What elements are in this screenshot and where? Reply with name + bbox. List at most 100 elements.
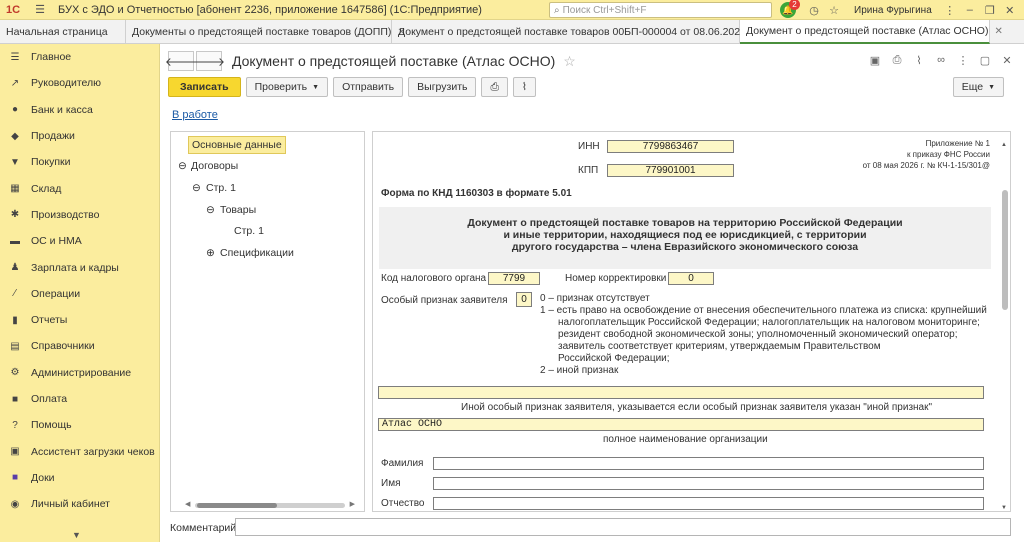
top-right-controls: 🔔 2 ◷ ☆ Ирина Фурыгина ⋮ – ❐ ✕	[780, 0, 1020, 20]
sidebar-item-manager[interactable]: ↗ Руководителю	[0, 70, 159, 96]
tree-collapse-icon[interactable]: ⊖	[206, 204, 215, 216]
back-button[interactable]: 🡐	[165, 51, 197, 71]
payment-icon: ■	[11, 393, 19, 405]
book-icon: ▤	[10, 340, 20, 352]
close-icon[interactable]: ✕	[996, 52, 1018, 68]
forward-button[interactable]: 🡒	[193, 51, 225, 71]
sidebar-item-docs[interactable]: ■ Доки	[0, 465, 159, 491]
window-tabs: Начальная страница Документы о предстоящ…	[0, 20, 1024, 44]
sidebar-item-production[interactable]: ✱ Производство	[0, 202, 159, 228]
tax-code-label: Код налогового органа	[381, 273, 487, 284]
warehouse-icon: ▦	[10, 183, 20, 195]
sidebar-item-purchases[interactable]: ▼ Покупки	[0, 149, 159, 175]
tree-item-specifications[interactable]: Спецификации	[220, 247, 294, 259]
link-icon[interactable]: ∞	[930, 52, 952, 68]
sidebar-item-receipt-assistant[interactable]: ▣ Ассистент загрузки чеков	[0, 438, 159, 464]
sidebar-item-salary[interactable]: ♟ Зарплата и кадры	[0, 254, 159, 280]
more-menu-icon[interactable]: ⋮	[940, 0, 960, 20]
inn-field[interactable]: 7799863467	[607, 140, 734, 153]
sidebar-item-label: Личный кабинет	[31, 498, 110, 511]
scrollbar-thumb[interactable]	[197, 503, 277, 508]
scroll-down-icon[interactable]: ▼	[1001, 505, 1007, 511]
history-icon[interactable]: ◷	[804, 0, 824, 20]
tree-item-goods[interactable]: Товары	[220, 204, 256, 216]
attach-button[interactable]: ⌇	[512, 77, 537, 97]
sidebar-item-main[interactable]: ☰ Главное	[0, 44, 159, 70]
scroll-up-icon[interactable]: ▲	[1001, 142, 1007, 148]
surname-field[interactable]	[433, 457, 984, 470]
sidebar-item-account[interactable]: ◉ Личный кабинет	[0, 491, 159, 517]
sidebar-item-assets[interactable]: ▬ ОС и НМА	[0, 228, 159, 254]
more-icon[interactable]: ⋮	[952, 52, 974, 68]
tree-item-page1[interactable]: Стр. 1	[206, 182, 236, 194]
form-vertical-scrollbar[interactable]: ▲ ▼	[1001, 142, 1008, 511]
print-icon[interactable]: ⎙	[886, 52, 908, 68]
tree-expand-icon[interactable]: ⊕	[206, 247, 215, 259]
kpp-label: КПП	[578, 165, 599, 176]
kpp-field[interactable]: 779901001	[607, 164, 734, 177]
user-name[interactable]: Ирина Фурыгина	[854, 5, 932, 16]
scroll-right-icon[interactable]: ▶	[350, 500, 355, 508]
appendix-line: Приложение № 1	[925, 139, 990, 148]
name-field[interactable]	[433, 477, 984, 490]
notifications-bell-icon[interactable]: 🔔 2	[780, 0, 800, 18]
tree-item-main-data[interactable]: Основные данные	[188, 136, 286, 154]
tax-code-field[interactable]: 7799	[488, 272, 540, 285]
close-tab-icon[interactable]: ✕	[994, 26, 1002, 37]
sidebar-item-payment[interactable]: ■ Оплата	[0, 386, 159, 412]
sidebar-item-directories[interactable]: ▤ Справочники	[0, 333, 159, 359]
save-button[interactable]: Записать	[168, 77, 241, 97]
sidebar-item-administration[interactable]: ⚙ Администрирование	[0, 360, 159, 386]
print-button[interactable]: ⎙	[481, 77, 508, 97]
maximize-icon[interactable]: ▢	[974, 52, 996, 68]
sidebar-item-label: Доки	[31, 471, 55, 484]
favorites-icon[interactable]: ☆	[824, 0, 844, 20]
attachment-icon[interactable]: ⌇	[908, 52, 930, 68]
organization-name-field[interactable]: Атлас ОСНО	[378, 418, 984, 431]
menu-icon: ☰	[10, 51, 20, 63]
tab-dopp-document[interactable]: Документ о предстоящей поставке товаров …	[392, 20, 760, 44]
sidebar-item-sales[interactable]: ◆ Продажи	[0, 123, 159, 149]
document-title-block: Документ о предстоящей поставке товаров …	[379, 207, 991, 269]
tab-atlas-osno[interactable]: Документ о предстоящей поставке (Атлас О…	[740, 20, 1003, 44]
tab-dopp-list[interactable]: Документы о предстоящей поставке товаров…	[126, 20, 406, 44]
other-sign-field[interactable]	[378, 386, 984, 399]
scroll-left-icon[interactable]: ◀	[185, 500, 190, 508]
tab-home[interactable]: Начальная страница	[0, 20, 126, 44]
export-button[interactable]: Выгрузить	[408, 77, 477, 97]
tree-collapse-icon[interactable]: ⊖	[192, 182, 201, 194]
restore-icon[interactable]: ❐	[980, 0, 1000, 20]
scrollbar-thumb[interactable]	[1002, 190, 1008, 310]
sales-icon: ◆	[11, 130, 19, 142]
correction-field[interactable]: 0	[668, 272, 714, 285]
status-link[interactable]: В работе	[172, 109, 218, 121]
more-button[interactable]: Еще ▼	[952, 77, 1004, 97]
close-icon[interactable]: ✕	[1000, 0, 1020, 20]
sidebar-item-operations[interactable]: ⁄ Операции	[0, 281, 159, 307]
sidebar-item-reports[interactable]: ▮ Отчеты	[0, 307, 159, 333]
save-icon[interactable]: ▣	[864, 52, 886, 68]
sidebar-item-bank[interactable]: ● Банк и касса	[0, 97, 159, 123]
sign-option: 0 – признак отсутствует	[540, 293, 650, 304]
sidebar-item-label: Производство	[31, 208, 100, 221]
applicant-sign-field[interactable]: 0	[516, 292, 532, 307]
tree-item-contracts[interactable]: Договоры	[191, 160, 238, 172]
patronymic-field[interactable]	[433, 497, 984, 510]
sidebar-item-label: Справочники	[31, 340, 95, 353]
sidebar-item-help[interactable]: ? Помощь	[0, 412, 159, 438]
sidebar-item-label: ОС и НМА	[31, 235, 82, 248]
tree-item-goods-page1[interactable]: Стр. 1	[234, 225, 264, 237]
sidebar-scroll-down-icon[interactable]: ▼	[72, 530, 81, 540]
tree-horizontal-scrollbar[interactable]: ◀ ▶	[185, 500, 355, 508]
check-button[interactable]: Проверить ▼	[245, 77, 329, 97]
search-input[interactable]: ⌕ Поиск Ctrl+Shift+F	[549, 2, 772, 18]
menu-icon[interactable]: ☰	[30, 0, 50, 20]
document-form-title: Документ о предстоящей поставке товаров …	[379, 217, 991, 253]
minimize-icon[interactable]: –	[960, 0, 980, 20]
tab-label: Документ о предстоящей поставке (Атлас О…	[746, 25, 989, 37]
sidebar-item-warehouse[interactable]: ▦ Склад	[0, 175, 159, 201]
tree-collapse-icon[interactable]: ⊖	[178, 160, 187, 172]
send-button[interactable]: Отправить	[333, 77, 404, 97]
favorite-star-icon[interactable]: ☆	[563, 53, 576, 70]
comment-input[interactable]	[235, 518, 1011, 536]
